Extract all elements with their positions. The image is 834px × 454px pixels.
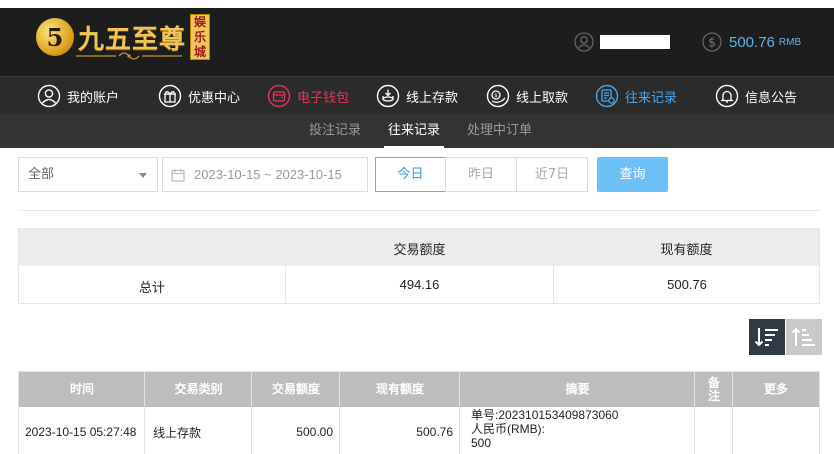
cell-category: 线上存款 bbox=[153, 425, 202, 440]
date-range-input[interactable]: 2023-10-15 ~ 2023-10-15 bbox=[162, 157, 368, 192]
withdraw-icon: $ bbox=[486, 84, 510, 108]
sort-desc-button[interactable] bbox=[749, 319, 785, 355]
nav-my-account[interactable]: 我的账户 bbox=[37, 77, 119, 115]
nav-label: 往来记录 bbox=[625, 90, 678, 106]
range-7days-button[interactable]: 近7日 bbox=[516, 157, 588, 192]
nav-label: 信息公告 bbox=[745, 90, 798, 106]
calendar-icon bbox=[171, 168, 185, 182]
col-header-more: 更多 bbox=[763, 382, 788, 396]
nav-online-withdraw[interactable]: $ 线上取款 bbox=[486, 77, 568, 115]
nav-label: 电子钱包 bbox=[297, 90, 350, 106]
logo-ornament-icon bbox=[76, 52, 182, 60]
subtab-bet-records[interactable]: 投注记录 bbox=[309, 114, 361, 148]
cell-more[interactable] bbox=[733, 407, 819, 454]
summary-total-current: 500.76 bbox=[667, 277, 707, 292]
nav-label: 优惠中心 bbox=[188, 90, 241, 106]
logo-mark: 5 bbox=[36, 18, 74, 56]
deposit-icon bbox=[376, 84, 400, 108]
col-header-time: 时间 bbox=[69, 382, 94, 396]
balance-value: 500.76 bbox=[729, 33, 775, 51]
username-redacted bbox=[600, 35, 670, 49]
nav-label: 线上取款 bbox=[516, 90, 569, 106]
col-header-amount: 交易额度 bbox=[271, 382, 320, 396]
svg-text:$: $ bbox=[494, 93, 498, 99]
top-header: 5 九五至尊 娱乐城 $ 500.76 RMB bbox=[0, 0, 834, 76]
chevron-down-icon bbox=[139, 173, 147, 178]
nav-label: 线上存款 bbox=[406, 90, 459, 106]
dollar-icon: $ bbox=[702, 32, 722, 52]
svg-text:$: $ bbox=[708, 36, 716, 50]
summary-currency-label: 人民币(RMB): bbox=[471, 422, 545, 436]
col-header-summary: 摘要 bbox=[565, 382, 590, 396]
nav-e-wallet[interactable]: 电子钱包 bbox=[267, 77, 349, 115]
user-account[interactable] bbox=[574, 32, 670, 52]
range-today-button[interactable]: 今日 bbox=[375, 157, 446, 192]
sort-asc-button[interactable] bbox=[786, 319, 822, 355]
nav-promotions[interactable]: 优惠中心 bbox=[158, 77, 240, 115]
subtab-transaction-records[interactable]: 往来记录 bbox=[383, 114, 445, 148]
gift-icon bbox=[158, 84, 182, 108]
cell-note bbox=[695, 407, 732, 454]
range-yesterday-button[interactable]: 昨日 bbox=[445, 157, 517, 192]
sub-nav: 投注记录 往来记录 处理中订单 bbox=[0, 114, 834, 148]
main-nav: 我的账户 优惠中心 电子钱包 线上存款 $ 线上取款 往来记录 信息公告 bbox=[0, 76, 834, 114]
transaction-type-select[interactable]: 全部 bbox=[18, 157, 158, 192]
cell-summary: 单号:202310153409873060 人民币(RMB): 500 bbox=[471, 408, 618, 450]
summary-table: 交易额度 现有额度 总计 494.16 500.76 bbox=[18, 228, 820, 304]
summary-total-label: 总计 bbox=[138, 281, 165, 296]
page: 5 九五至尊 娱乐城 $ 500.76 RMB 我的账户 优惠中心 电子钱包 线… bbox=[0, 0, 834, 454]
query-button[interactable]: 查询 bbox=[597, 157, 668, 192]
summary-currency-value: 500 bbox=[471, 436, 492, 450]
records-icon bbox=[595, 84, 619, 108]
summary-total-amount: 494.16 bbox=[399, 277, 440, 292]
sort-desc-icon bbox=[754, 328, 778, 347]
bell-icon bbox=[715, 84, 739, 108]
summary-order-no: 单号:202310153409873060 bbox=[471, 408, 619, 422]
user-icon bbox=[574, 32, 594, 52]
select-value: 全部 bbox=[28, 167, 55, 182]
date-range-value: 2023-10-15 ~ 2023-10-15 bbox=[194, 167, 342, 182]
logo-badge: 娱乐城 bbox=[190, 14, 211, 60]
balance-currency: RMB bbox=[778, 36, 802, 48]
user-circle-icon bbox=[37, 84, 61, 108]
sort-asc-icon bbox=[791, 327, 815, 346]
divider bbox=[459, 372, 460, 454]
nav-announcements[interactable]: 信息公告 bbox=[715, 77, 797, 115]
header-top-strip bbox=[0, 0, 834, 8]
balance-display: $ 500.76 RMB bbox=[702, 32, 801, 52]
summary-header-current: 现有额度 bbox=[660, 243, 713, 258]
cell-balance: 500.76 bbox=[416, 425, 453, 439]
col-header-category: 交易类别 bbox=[174, 382, 223, 396]
subtab-pending-orders[interactable]: 处理中订单 bbox=[467, 114, 532, 148]
summary-header-amount: 交易额度 bbox=[393, 243, 446, 258]
cell-amount: 500.00 bbox=[296, 425, 333, 439]
nav-label: 我的账户 bbox=[67, 90, 120, 106]
records-table: 时间 交易类别 交易额度 现有额度 摘要 备注 更多 2023-10-15 05… bbox=[18, 371, 820, 454]
col-header-balance: 现有额度 bbox=[375, 382, 424, 396]
nav-online-deposit[interactable]: 线上存款 bbox=[376, 77, 458, 115]
cell-time: 2023-10-15 05:27:48 bbox=[25, 425, 137, 439]
divider bbox=[18, 210, 820, 211]
wallet-icon bbox=[267, 84, 291, 108]
nav-transaction-records[interactable]: 往来记录 bbox=[595, 77, 677, 115]
col-header-note: 备注 bbox=[707, 375, 720, 403]
